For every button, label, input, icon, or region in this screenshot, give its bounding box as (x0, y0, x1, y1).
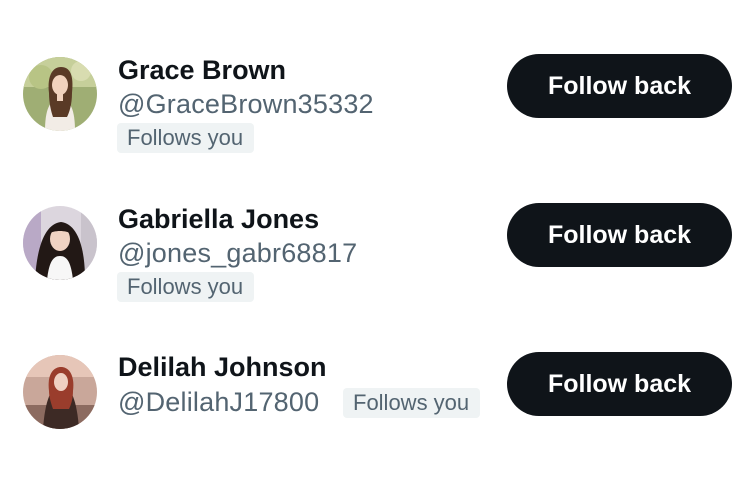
follow-back-button[interactable]: Follow back (507, 203, 732, 267)
display-name[interactable]: Delilah Johnson (118, 354, 327, 381)
follow-back-button[interactable]: Follow back (507, 54, 732, 118)
follow-back-button[interactable]: Follow back (507, 352, 732, 416)
display-name[interactable]: Gabriella Jones (118, 206, 319, 233)
follows-you-badge: Follows you (343, 388, 481, 418)
user-row[interactable]: Delilah Johnson @DelilahJ17800 Follows y… (0, 310, 750, 460)
username-handle: @GraceBrown35332 (118, 89, 374, 119)
username-handle: @DelilahJ17800 (118, 387, 320, 417)
follows-you-badge: Follows you (117, 272, 255, 302)
avatar[interactable] (23, 57, 97, 131)
avatar[interactable] (23, 206, 97, 280)
follower-list: Grace Brown @GraceBrown35332 Follows you… (0, 0, 750, 480)
username-handle: @jones_gabr68817 (118, 238, 358, 268)
avatar[interactable] (23, 355, 97, 429)
follows-you-badge: Follows you (117, 123, 255, 153)
display-name[interactable]: Grace Brown (118, 57, 286, 84)
user-row[interactable]: Gabriella Jones @jones_gabr68817 Follows… (0, 160, 750, 310)
user-row[interactable]: Grace Brown @GraceBrown35332 Follows you… (0, 0, 750, 160)
